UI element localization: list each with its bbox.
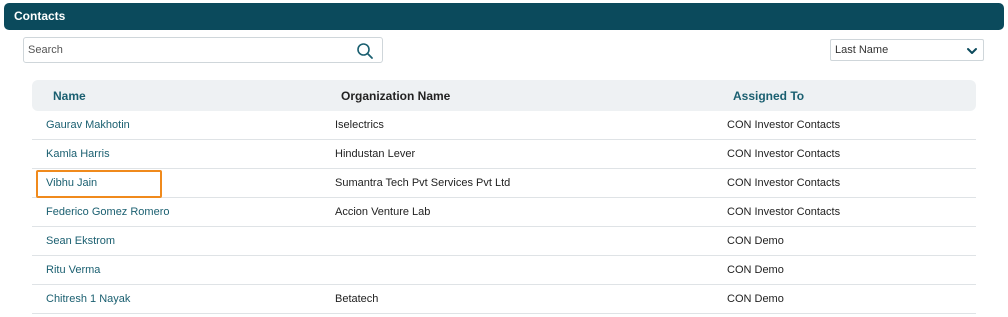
contact-name-link[interactable]: Chitresh 1 Nayak [46, 293, 130, 305]
table-row: Kamla Harris Hindustan Lever CON Investo… [32, 140, 976, 169]
assigned-to-cell: CON Demo [727, 264, 784, 276]
organization-cell: Betatech [335, 293, 379, 305]
organization-cell: Sumantra Tech Pvt Services Pvt Ltd [335, 177, 511, 189]
contact-name-link[interactable]: Sean Ekstrom [46, 235, 115, 247]
table-header: Name Organization Name Assigned To [32, 80, 976, 111]
assigned-to-cell: CON Investor Contacts [727, 206, 841, 218]
panel-title: Contacts [14, 9, 66, 23]
table-row: Sean Ekstrom CON Demo [32, 227, 976, 256]
contact-name-link[interactable]: Gaurav Makhotin [46, 119, 130, 131]
search-icon[interactable] [356, 42, 374, 60]
sort-selected-value: Last Name [835, 44, 889, 56]
column-header-organization: Organization Name [341, 89, 451, 103]
table-row: Vibhu Jain Sumantra Tech Pvt Services Pv… [32, 169, 976, 198]
contact-name-link[interactable]: Federico Gomez Romero [46, 206, 170, 218]
assigned-to-cell: CON Investor Contacts [727, 119, 841, 131]
organization-cell: Hindustan Lever [335, 148, 416, 160]
panel-header: Contacts [4, 3, 1004, 30]
assigned-to-cell: CON Investor Contacts [727, 148, 841, 160]
organization-cell: Accion Venture Lab [335, 206, 431, 218]
contact-name-link[interactable]: Kamla Harris [46, 148, 110, 160]
assigned-to-cell: CON Investor Contacts [727, 177, 841, 189]
table-row: Ritu Verma CON Demo [32, 256, 976, 285]
contact-name-link[interactable]: Vibhu Jain [46, 177, 97, 189]
table-row: Gaurav Makhotin Iselectrics CON Investor… [32, 111, 976, 140]
contact-name-link[interactable]: Ritu Verma [46, 264, 100, 276]
search-box[interactable] [23, 37, 383, 63]
sort-select[interactable]: Last Name [830, 39, 984, 61]
assigned-to-cell: CON Demo [727, 293, 784, 305]
contacts-table: Name Organization Name Assigned To Gaura… [32, 80, 976, 314]
chevron-down-icon [967, 48, 977, 54]
organization-cell: Iselectrics [335, 119, 384, 131]
table-row: Federico Gomez Romero Accion Venture Lab… [32, 198, 976, 227]
table-row: Chitresh 1 Nayak Betatech CON Demo [32, 285, 976, 314]
search-input[interactable] [28, 41, 348, 59]
column-header-name[interactable]: Name [53, 89, 86, 103]
column-header-assigned-to[interactable]: Assigned To [733, 89, 804, 103]
assigned-to-cell: CON Demo [727, 235, 784, 247]
